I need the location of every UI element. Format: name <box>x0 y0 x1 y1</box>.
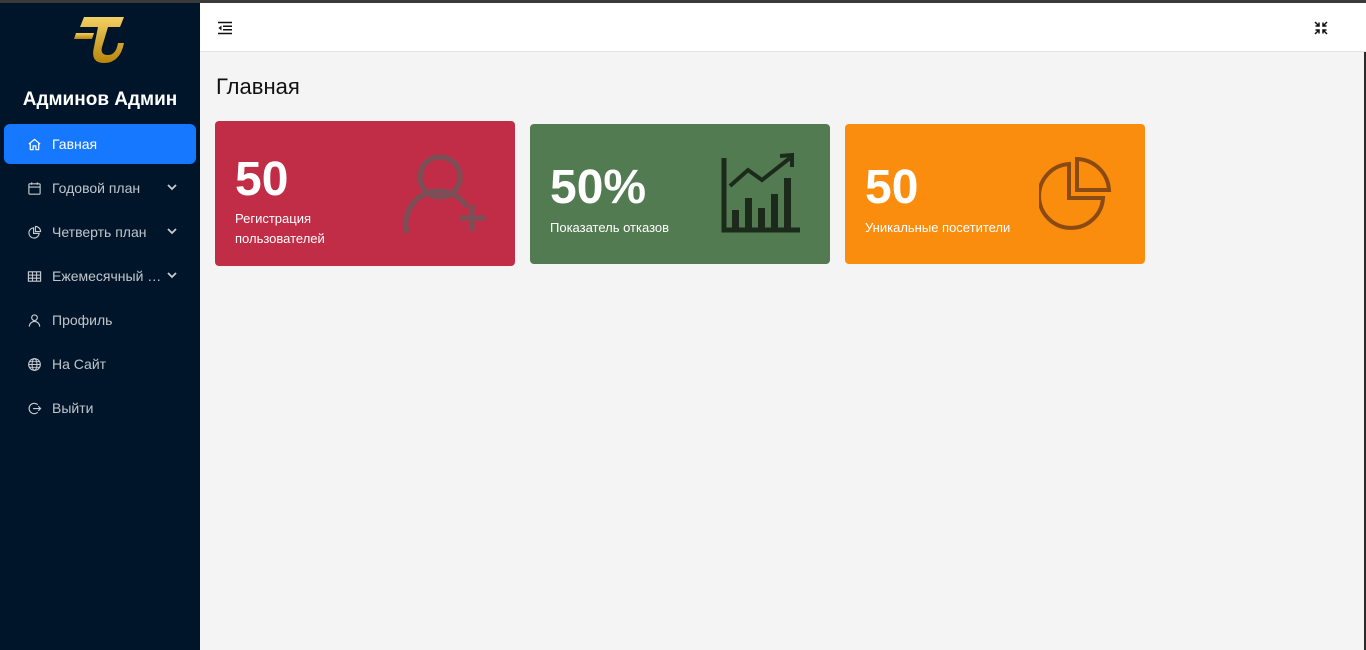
home-icon <box>26 136 42 152</box>
logout-icon <box>26 400 42 416</box>
chevron-down-icon[interactable] <box>166 181 178 193</box>
top-header <box>200 3 1366 52</box>
sidebar: Админов Админ Гавная Годовой план Четвер… <box>0 3 200 650</box>
stat-card-unique-visitors: 50 Уникальные посетители <box>845 124 1145 264</box>
sidebar-item-label: Четверть план <box>52 224 147 240</box>
sidebar-item-monthly-plan[interactable]: Ежемесячный план <box>4 256 196 296</box>
bar-chart-rising-icon <box>720 152 802 241</box>
sidebar-item-website[interactable]: На Сайт <box>4 344 196 384</box>
user-add-icon <box>403 151 487 240</box>
fullscreen-icon[interactable] <box>1312 19 1330 37</box>
chevron-down-icon[interactable] <box>166 269 178 281</box>
sidebar-item-profile[interactable]: Профиль <box>4 300 196 340</box>
stat-label: Регистрация пользователей <box>235 211 325 246</box>
logo <box>74 13 126 67</box>
sidebar-item-label: Выйти <box>52 400 94 416</box>
user-icon <box>26 312 42 328</box>
sidebar-item-label: На Сайт <box>52 356 107 372</box>
sidebar-item-label: Годовой план <box>52 180 141 196</box>
menu-fold-icon[interactable] <box>216 19 234 37</box>
user-name: Админов Админ <box>22 89 178 110</box>
sidebar-item-label: Профиль <box>52 312 113 328</box>
sidebar-item-home[interactable]: Гавная <box>4 124 196 164</box>
sidebar-item-annual-plan[interactable]: Годовой план <box>4 168 196 208</box>
pie-chart-icon <box>26 224 42 240</box>
chevron-down-icon[interactable] <box>166 225 178 237</box>
stat-card-bounce-rate: 50% Показатель отказов <box>530 124 830 264</box>
stat-value: 50 <box>865 161 919 214</box>
stat-value: 50 <box>235 153 289 206</box>
sidebar-item-quarter-plan[interactable]: Четверть план <box>4 212 196 252</box>
stat-card-registrations: 50 Регистрация пользователей <box>215 121 515 266</box>
page-title: Главная <box>216 74 300 99</box>
stat-value: 50% <box>550 161 647 214</box>
stat-label: Уникальные посетители <box>865 220 1011 235</box>
globe-icon <box>26 356 42 372</box>
sidebar-item-logout[interactable]: Выйти <box>4 388 196 428</box>
sidebar-item-label: Ежемесячный план <box>52 268 162 284</box>
calendar-icon <box>26 180 42 196</box>
pie-chart-icon <box>1037 156 1113 235</box>
sidebar-item-label: Гавная <box>52 136 98 152</box>
stat-label: Показатель отказов <box>550 220 670 235</box>
sidebar-menu: Гавная Годовой план Четверть план Ежемес… <box>4 124 196 432</box>
table-icon <box>26 268 42 284</box>
